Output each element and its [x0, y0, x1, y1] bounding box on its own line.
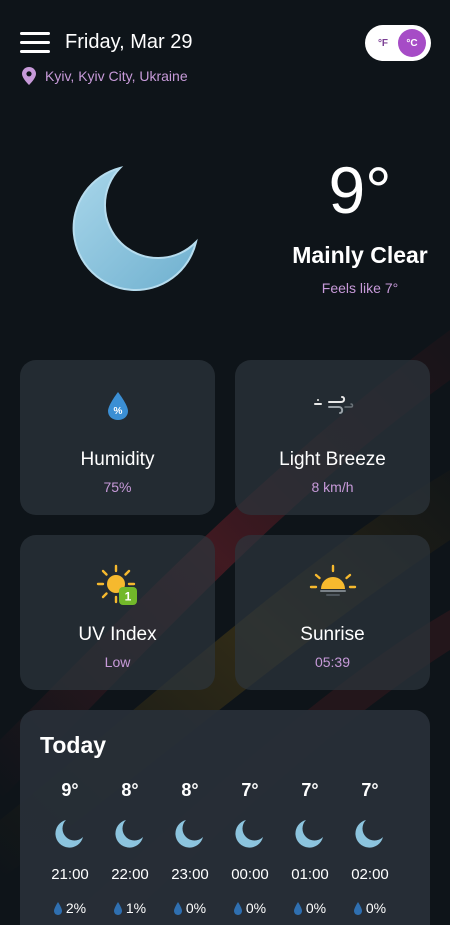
svg-text:%: %	[113, 406, 122, 417]
hourly-precipitation: 0%	[160, 900, 220, 916]
rain-drop-icon	[173, 901, 182, 915]
hourly-precipitation: 0%	[280, 900, 340, 916]
unit-celsius-option[interactable]: °C	[398, 29, 426, 57]
crescent-moon-icon	[55, 820, 83, 848]
uv-index-label: UV Index	[78, 624, 157, 645]
uv-index-value: Low	[104, 654, 131, 670]
crescent-moon-icon	[72, 166, 198, 291]
hourly-time: 00:00	[231, 866, 269, 883]
hourly-time: 02:00	[351, 866, 389, 883]
hourly-precip-value: 0%	[185, 900, 207, 916]
rain-drop-icon	[353, 901, 362, 915]
hourly-time: 22:00	[111, 866, 149, 883]
hourly-time: 21:00	[51, 866, 89, 883]
hourly-item: 8° 22:00 1%	[100, 780, 160, 920]
hourly-precipitation: 2%	[40, 900, 100, 916]
wind-card: Light Breeze 8 km/h	[235, 360, 430, 515]
crescent-moon-icon	[295, 820, 323, 848]
crescent-moon-icon	[235, 820, 263, 848]
current-weather: 9° Mainly Clear Feels like 7°	[0, 150, 450, 320]
hourly-temperature: 9°	[61, 780, 79, 800]
hourly-item: 7° 01:00 0%	[280, 780, 340, 920]
hamburger-menu-icon[interactable]	[20, 32, 50, 54]
hourly-item: 8° 23:00 0%	[160, 780, 220, 920]
hourly-temperature: 7°	[301, 780, 319, 800]
hourly-precip-value: 0%	[365, 900, 387, 916]
sunrise-value: 05:39	[314, 654, 351, 670]
feels-like: Feels like 7°	[321, 280, 399, 296]
current-date: Friday, Mar 29	[65, 31, 193, 53]
rain-drop-icon	[113, 901, 122, 915]
humidity-label: Humidity	[80, 449, 155, 470]
hourly-forecast-card: Today 9° 21:00 2% 8° 22:00 1% 8° 23:00 0% 7° 00:00…	[20, 710, 430, 925]
crescent-moon-icon	[355, 820, 383, 848]
humidity-card: % Humidity 75%	[20, 360, 215, 515]
uv-badge: 1	[124, 590, 131, 604]
sunrise-label: Sunrise	[300, 624, 365, 645]
hourly-temperature: 7°	[241, 780, 259, 800]
sunrise-card: Sunrise 05:39	[235, 535, 430, 690]
location-pin-icon	[22, 67, 36, 85]
unit-toggle[interactable]: °F °C	[365, 25, 431, 61]
humidity-drop-icon: %	[107, 392, 128, 420]
location-label: Kyiv, Kyiv City, Ukraine	[45, 68, 188, 84]
rain-drop-icon	[233, 901, 242, 915]
hourly-precipitation: 0%	[340, 900, 400, 916]
today-title: Today	[40, 732, 107, 758]
hourly-time: 23:00	[171, 866, 209, 883]
app-header: Friday, Mar 29 Kyiv, Kyiv City, Ukraine …	[0, 0, 450, 100]
wind-label: Light Breeze	[279, 449, 386, 470]
uv-sun-icon: 1	[96, 564, 137, 605]
wind-value: 8 km/h	[311, 479, 354, 495]
rain-drop-icon	[293, 901, 302, 915]
current-temperature: 9°	[328, 153, 392, 227]
crescent-moon-icon	[115, 820, 143, 848]
weather-condition: Mainly Clear	[292, 242, 428, 268]
wind-icon	[313, 396, 353, 414]
unit-fahrenheit-option[interactable]: °F	[369, 29, 397, 57]
hourly-precipitation: 0%	[220, 900, 280, 916]
hourly-precipitation: 1%	[100, 900, 160, 916]
hourly-precip-value: 0%	[305, 900, 327, 916]
rain-drop-icon	[53, 901, 62, 915]
humidity-value: 75%	[103, 479, 132, 495]
hourly-item: 9° 21:00 2%	[40, 780, 100, 920]
hourly-precip-value: 1%	[125, 900, 147, 916]
hourly-temperature: 7°	[361, 780, 379, 800]
hourly-precip-value: 0%	[245, 900, 267, 916]
location: Kyiv, Kyiv City, Ukraine	[22, 66, 188, 86]
sunrise-icon	[309, 564, 356, 596]
hourly-precip-value: 2%	[65, 900, 87, 916]
hourly-time: 01:00	[291, 866, 329, 883]
uv-index-card: 1 UV Index Low	[20, 535, 215, 690]
crescent-moon-icon	[175, 820, 203, 848]
hourly-item: 7° 00:00 0%	[220, 780, 280, 920]
hourly-temperature: 8°	[181, 780, 199, 800]
hourly-item: 7° 02:00 0%	[340, 780, 400, 920]
hourly-temperature: 8°	[121, 780, 139, 800]
